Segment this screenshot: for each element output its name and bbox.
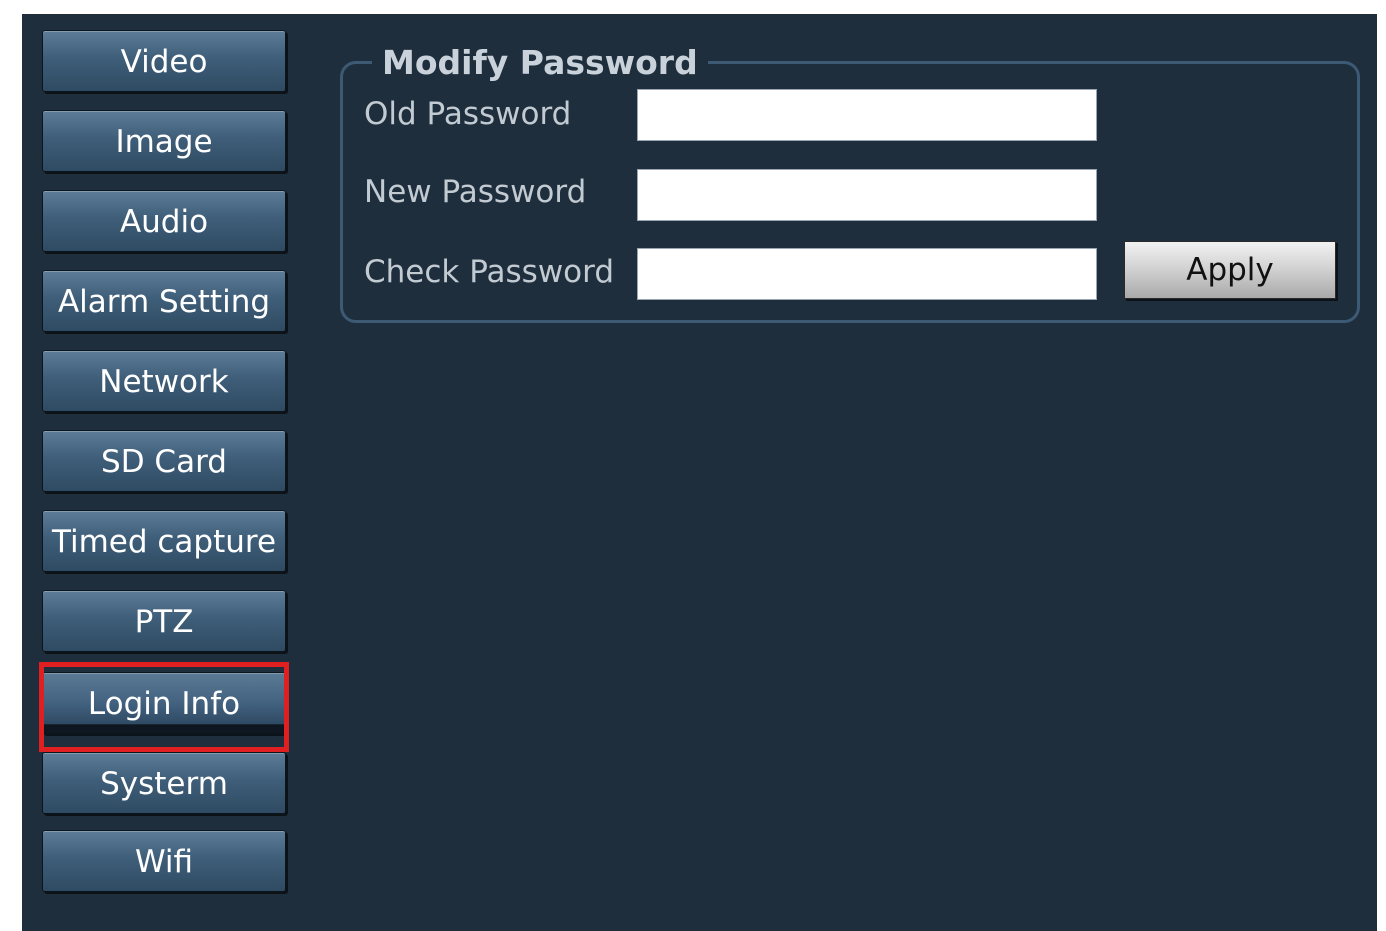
sidebar-item-alarm-setting[interactable]: Alarm Setting <box>42 270 286 332</box>
sidebar-item-sd-card[interactable]: SD Card <box>42 430 286 492</box>
check-password-input[interactable] <box>637 248 1097 300</box>
sidebar-item-login-info[interactable]: Login Info <box>42 672 286 734</box>
sidebar-item-wifi[interactable]: Wifi <box>42 830 286 892</box>
sidebar-item-ptz[interactable]: PTZ <box>42 590 286 652</box>
new-password-label: New Password <box>364 174 587 210</box>
sidebar-item-video[interactable]: Video <box>42 30 286 92</box>
new-password-input[interactable] <box>637 169 1097 221</box>
check-password-label: Check Password <box>364 254 615 290</box>
old-password-label: Old Password <box>364 96 572 132</box>
old-password-input[interactable] <box>637 89 1097 141</box>
modify-password-title: Modify Password <box>372 42 708 84</box>
sidebar-item-systerm[interactable]: Systerm <box>42 752 286 814</box>
sidebar-item-timed-capture[interactable]: Timed capture <box>42 510 286 572</box>
sidebar-item-audio[interactable]: Audio <box>42 190 286 252</box>
sidebar-item-network[interactable]: Network <box>42 350 286 412</box>
apply-button[interactable]: Apply <box>1124 241 1336 299</box>
settings-panel: Video Image Audio Alarm Setting Network … <box>22 14 1377 931</box>
sidebar-item-image[interactable]: Image <box>42 110 286 172</box>
